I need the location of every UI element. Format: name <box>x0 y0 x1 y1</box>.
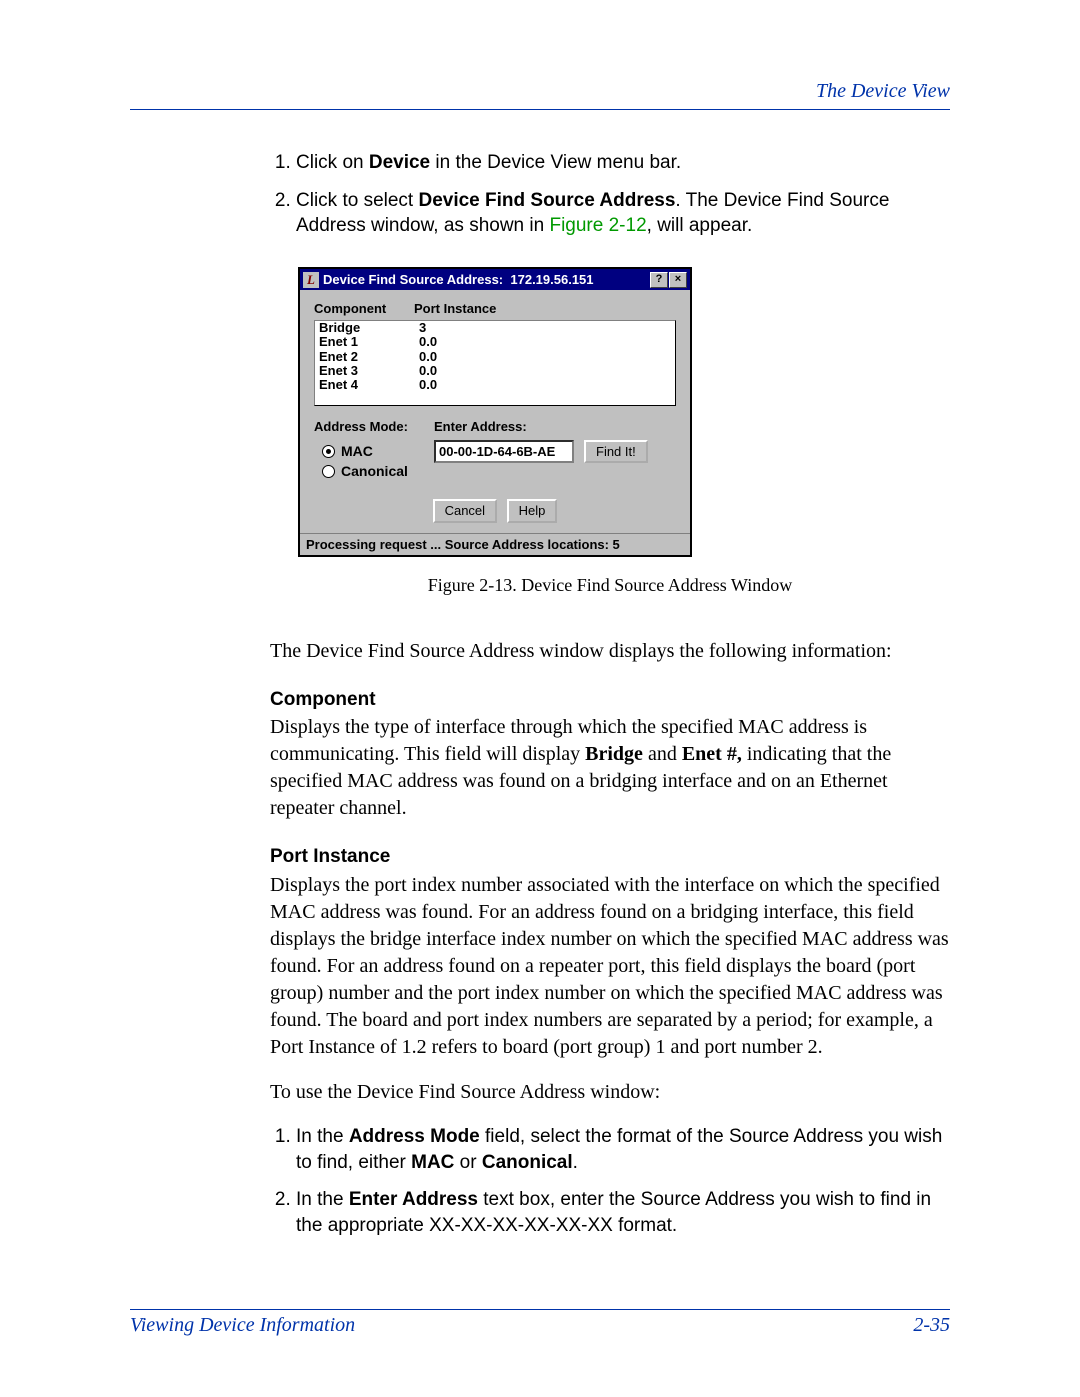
bold-text: Canonical <box>482 1152 573 1173</box>
results-listbox[interactable]: Bridge3 Enet 10.0 Enet 20.0 Enet 30.0 En… <box>314 320 676 406</box>
footer-left: Viewing Device Information <box>130 1314 355 1337</box>
list-row: Enet 30.0 <box>319 364 671 378</box>
window-title: Device Find Source Address: 172.19.56.15… <box>323 271 594 289</box>
bold-text: Device Find Source Address <box>418 190 675 211</box>
list-row: Enet 20.0 <box>319 350 671 364</box>
bold-text: Enter Address <box>349 1189 478 1210</box>
text: Click on <box>296 152 369 173</box>
cell: 0.0 <box>419 378 437 392</box>
titlebar: L Device Find Source Address: 172.19.56.… <box>300 269 690 291</box>
status-bar: Processing request ... Source Address lo… <box>300 533 690 556</box>
bold-text: Enet #, <box>682 743 742 765</box>
step-b-1: In the Address Mode field, select the fo… <box>296 1124 950 1175</box>
cell: Bridge <box>319 321 419 335</box>
cell: Enet 1 <box>319 335 419 349</box>
text: in the Device View menu bar. <box>430 152 681 173</box>
app-icon: L <box>303 272 319 288</box>
radio-mac[interactable]: MAC <box>322 442 434 461</box>
list-row: Bridge3 <box>319 321 671 335</box>
list-row: Enet 10.0 <box>319 335 671 349</box>
header-section-title: The Device View <box>130 80 950 103</box>
close-icon[interactable]: × <box>669 272 687 288</box>
text: . <box>573 1152 578 1173</box>
text: or <box>454 1152 481 1173</box>
page-number: 2-35 <box>913 1314 950 1337</box>
text: , will appear. <box>647 215 753 236</box>
radio-label: MAC <box>341 442 373 461</box>
bold-text: Bridge <box>585 743 643 765</box>
def-title-component: Component <box>270 687 950 713</box>
enter-address-label: Enter Address: <box>434 418 527 436</box>
header-rule <box>130 109 950 110</box>
def-title-port-instance: Port Instance <box>270 844 950 870</box>
text: In the <box>296 1189 349 1210</box>
radio-label: Canonical <box>341 462 408 481</box>
find-it-button[interactable]: Find It! <box>584 440 648 464</box>
bold-text: MAC <box>411 1152 454 1173</box>
cell: 0.0 <box>419 364 437 378</box>
col-header-port-instance: Port Instance <box>414 300 676 318</box>
instruction-list-b: In the Address Mode field, select the fo… <box>270 1124 950 1239</box>
cell: Enet 4 <box>319 378 419 392</box>
text: Click to select <box>296 190 418 211</box>
title-prefix: Device Find Source Address: <box>323 272 503 287</box>
dialog-window: L Device Find Source Address: 172.19.56.… <box>298 267 692 558</box>
footer-rule <box>130 1309 950 1310</box>
radio-icon <box>322 465 335 478</box>
cancel-button[interactable]: Cancel <box>433 499 497 523</box>
cell: Enet 2 <box>319 350 419 364</box>
title-ip: 172.19.56.151 <box>510 272 593 287</box>
intro-paragraph: The Device Find Source Address window di… <box>270 638 950 665</box>
step-a-1: Click on Device in the Device View menu … <box>296 150 950 176</box>
use-paragraph: To use the Device Find Source Address wi… <box>270 1079 950 1106</box>
step-a-2: Click to select Device Find Source Addre… <box>296 188 950 239</box>
def-body-port-instance: Displays the port index number associate… <box>270 872 950 1061</box>
figure-link[interactable]: Figure 2-12 <box>549 215 646 236</box>
help-icon[interactable]: ? <box>650 272 668 288</box>
bold-text: Device <box>369 152 430 173</box>
instruction-list-a: Click on Device in the Device View menu … <box>270 150 950 239</box>
radio-canonical[interactable]: Canonical <box>322 462 434 481</box>
step-b-2: In the Enter Address text box, enter the… <box>296 1187 950 1238</box>
cell: 3 <box>419 321 426 335</box>
figure-caption: Figure 2-13. Device Find Source Address … <box>270 573 950 597</box>
cell: 0.0 <box>419 335 437 349</box>
bold-text: Address Mode <box>349 1126 480 1147</box>
cell: 0.0 <box>419 350 437 364</box>
def-body-component: Displays the type of interface through w… <box>270 714 950 822</box>
col-header-component: Component <box>314 300 414 318</box>
cell: Enet 3 <box>319 364 419 378</box>
list-row: Enet 40.0 <box>319 378 671 392</box>
text: and <box>643 743 682 765</box>
page-footer: Viewing Device Information 2-35 <box>130 1301 950 1337</box>
text: In the <box>296 1126 349 1147</box>
address-input[interactable]: 00-00-1D-64-6B-AE <box>434 440 574 464</box>
radio-icon <box>322 445 335 458</box>
address-mode-label: Address Mode: <box>314 418 434 436</box>
help-button[interactable]: Help <box>507 499 558 523</box>
